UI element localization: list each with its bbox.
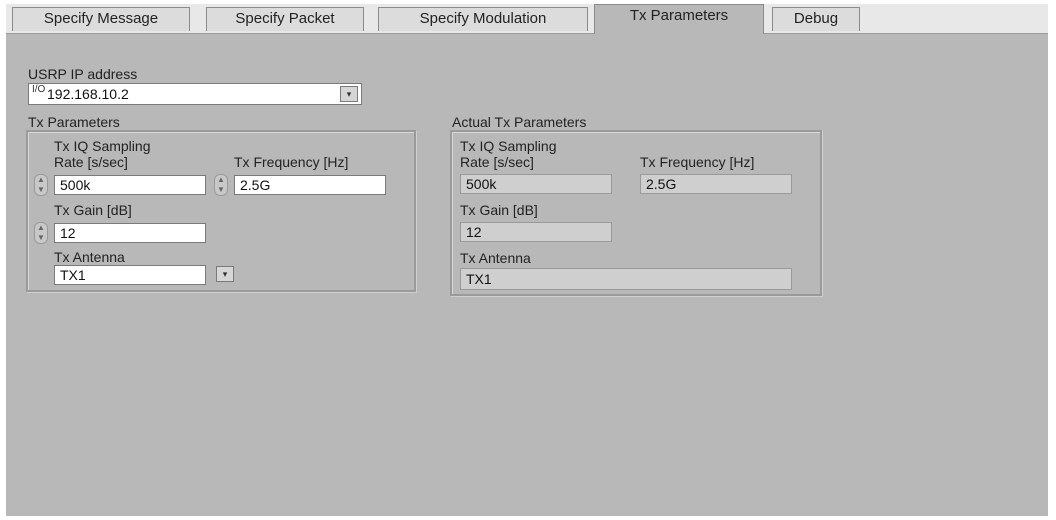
tx-rate-label-line1: Tx IQ Sampling xyxy=(54,138,151,154)
actual-antenna-indicator: TX1 xyxy=(460,268,792,290)
chevron-down-icon: ▾ xyxy=(222,269,228,279)
tab-debug[interactable]: Debug xyxy=(772,7,860,31)
actual-rate-indicator: 500k xyxy=(460,174,612,194)
actual-antenna-label: Tx Antenna xyxy=(460,250,531,266)
tx-parameters-cluster: Tx IQ Sampling Rate [s/sec] ▲ ▼ 500k Tx F… xyxy=(26,130,416,292)
tab-specify-modulation[interactable]: Specify Modulation xyxy=(378,7,588,31)
tx-gain-spinner[interactable]: ▲ ▼ xyxy=(34,222,48,244)
tx-antenna-label: Tx Antenna xyxy=(54,249,125,265)
tab-strip: Specify Message Specify Packet Specify M… xyxy=(6,4,1048,35)
io-name-icon: I/O xyxy=(32,84,46,95)
actual-tx-parameters-cluster: Tx IQ Sampling Rate [s/sec] 500k Tx Freq… xyxy=(450,130,822,296)
actual-tx-parameters-title: Actual Tx Parameters xyxy=(452,114,587,130)
actual-frequency-indicator: 2.5G xyxy=(640,174,792,194)
tx-parameters-title: Tx Parameters xyxy=(28,114,120,130)
actual-gain-indicator: 12 xyxy=(460,222,612,242)
actual-rate-label-line1: Tx IQ Sampling xyxy=(460,138,557,154)
chevron-down-icon: ▾ xyxy=(346,89,352,99)
actual-frequency-label: Tx Frequency [Hz] xyxy=(640,154,755,170)
tx-gain-label: Tx Gain [dB] xyxy=(54,202,132,218)
usrp-ip-value: 192.168.10.2 xyxy=(47,86,129,102)
tab-content-panel: USRP IP address I/O 192.168.10.2 ▾ Tx Pa… xyxy=(6,34,1048,516)
actual-gain-label: Tx Gain [dB] xyxy=(460,202,538,218)
tx-antenna-field[interactable]: TX1 xyxy=(54,265,206,285)
tx-frequency-spinner[interactable]: ▲ ▼ xyxy=(214,174,228,196)
tx-frequency-input[interactable]: 2.5G xyxy=(234,175,386,195)
tab-specify-packet[interactable]: Specify Packet xyxy=(206,7,364,31)
usrp-ip-dropdown-button[interactable]: ▾ xyxy=(340,86,358,102)
tx-gain-input[interactable]: 12 xyxy=(54,223,206,243)
usrp-ip-label: USRP IP address xyxy=(28,66,138,82)
tx-frequency-label: Tx Frequency [Hz] xyxy=(234,154,349,170)
actual-rate-label-line2: Rate [s/sec] xyxy=(460,154,534,170)
usrp-ip-field[interactable]: I/O 192.168.10.2 ▾ xyxy=(28,83,362,105)
tx-rate-input[interactable]: 500k xyxy=(54,175,206,195)
tab-tx-parameters[interactable]: Tx Parameters xyxy=(594,4,764,35)
tx-rate-spinner[interactable]: ▲ ▼ xyxy=(34,174,48,196)
tx-antenna-dropdown-button[interactable]: ▾ xyxy=(216,266,234,282)
tab-specify-message[interactable]: Specify Message xyxy=(12,7,190,31)
tx-rate-label-line2: Rate [s/sec] xyxy=(54,154,128,170)
